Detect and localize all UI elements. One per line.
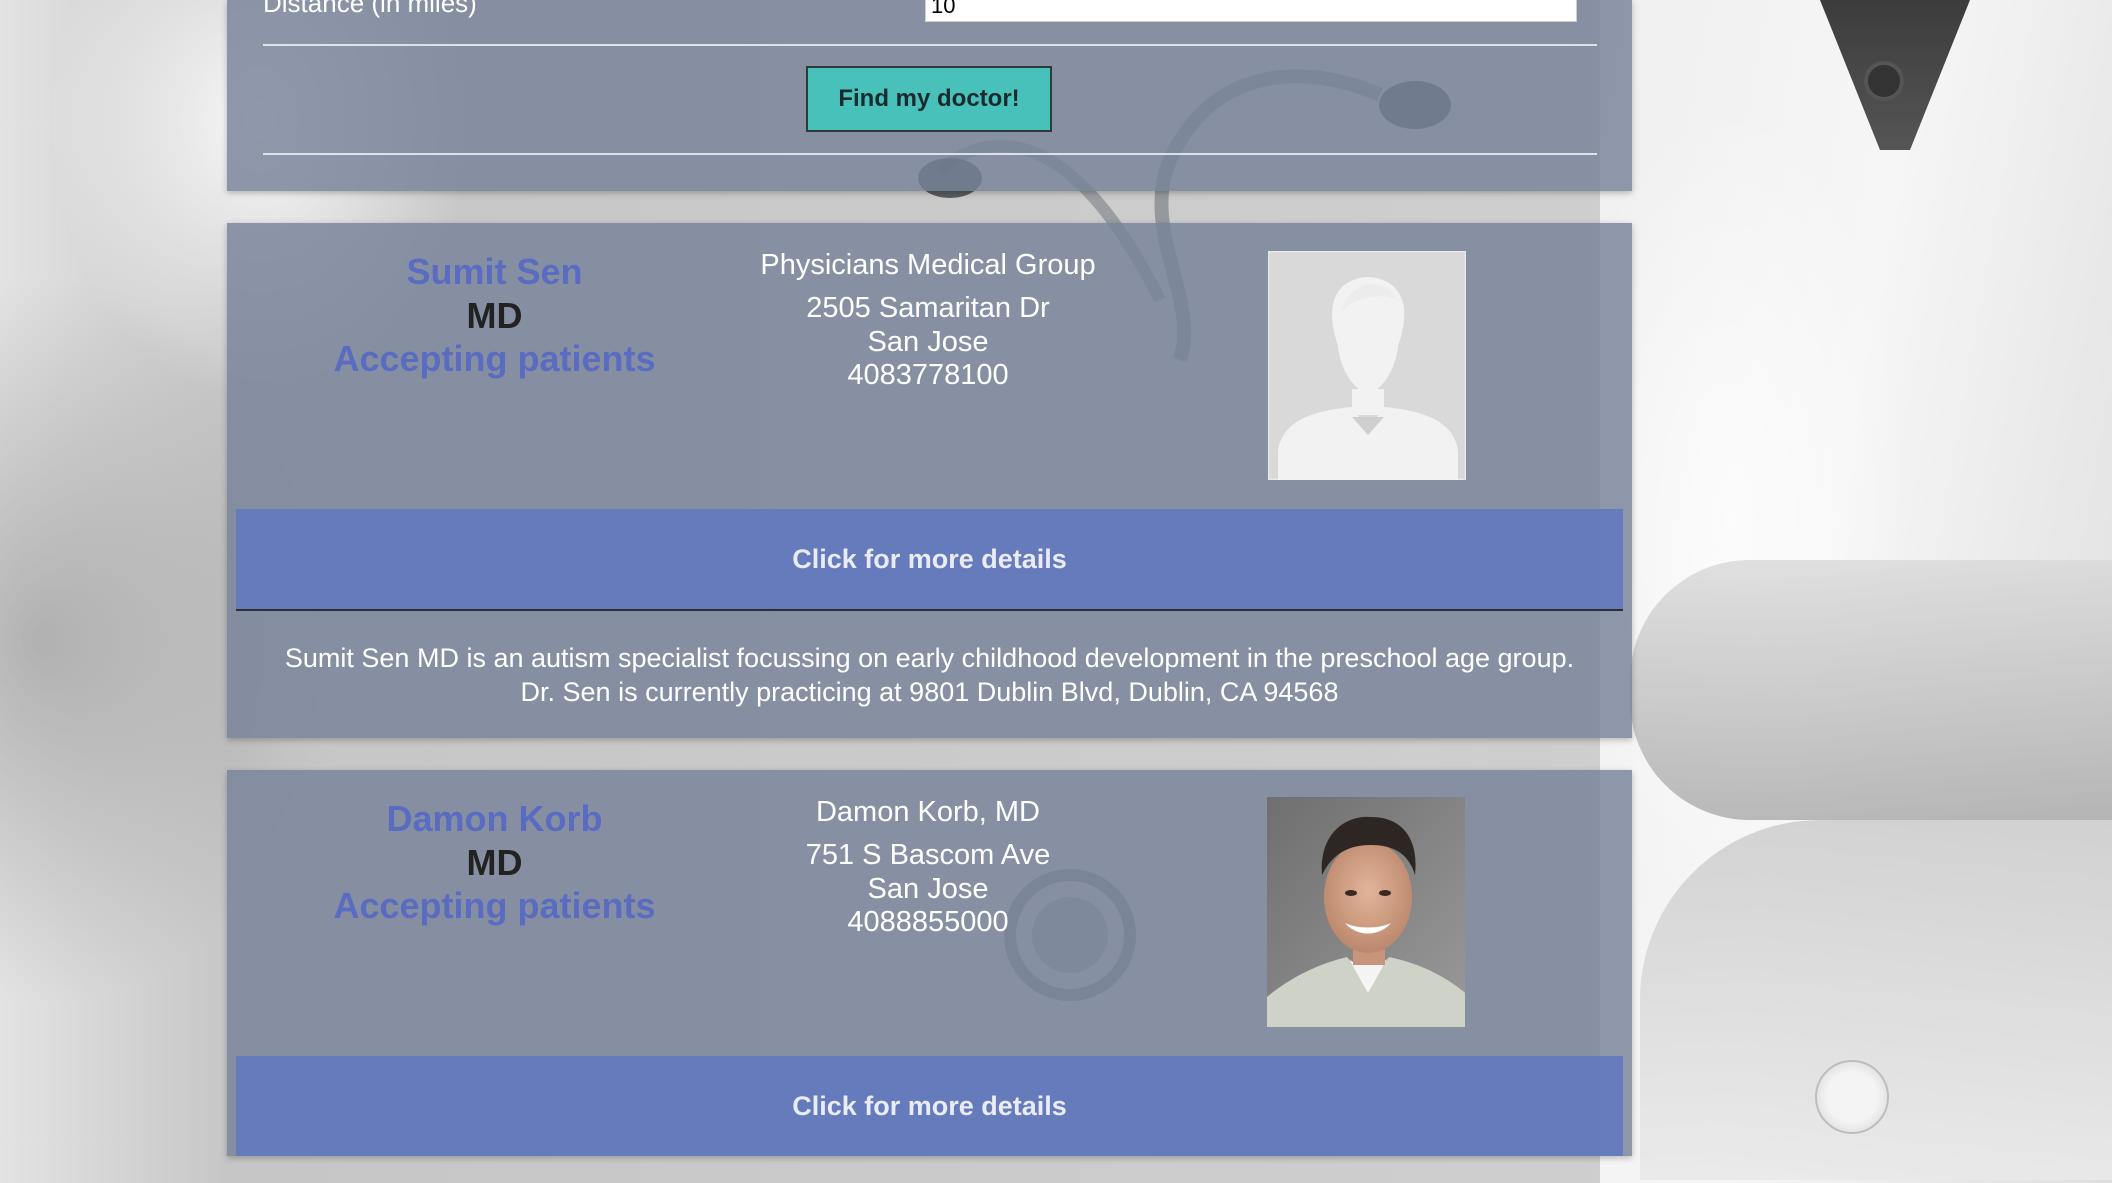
address-city: San Jose bbox=[867, 326, 989, 358]
accepting-status: Accepting patients bbox=[333, 885, 656, 926]
address-street: 751 S Bascom Ave bbox=[805, 839, 1051, 871]
folded-arm-lower bbox=[1640, 820, 2112, 1180]
coat-button-bottom bbox=[1815, 1060, 1889, 1134]
doctor-card: Sumit Sen MD Accepting patients Physicia… bbox=[227, 223, 1632, 738]
doctor-portrait-photo bbox=[1267, 797, 1465, 1027]
more-details-button[interactable]: Click for more details bbox=[236, 509, 1623, 609]
find-my-doctor-button[interactable]: Find my doctor! bbox=[806, 66, 1052, 132]
phone-number: 4088855000 bbox=[847, 906, 1009, 938]
doctor-name: Damon Korb bbox=[386, 798, 603, 839]
divider bbox=[263, 44, 1597, 46]
address-street: 2505 Samaritan Dr bbox=[806, 292, 1050, 324]
doctor-name: Sumit Sen bbox=[406, 251, 583, 292]
divider bbox=[263, 153, 1597, 155]
divider bbox=[236, 609, 1623, 611]
distance-input[interactable] bbox=[925, 0, 1577, 22]
doctor-card: Damon Korb MD Accepting patients Damon K… bbox=[227, 770, 1632, 1156]
address-city: San Jose bbox=[867, 873, 989, 905]
folded-arm bbox=[1630, 560, 2112, 820]
more-details-button[interactable]: Click for more details bbox=[236, 1056, 1623, 1156]
doctor-credential: MD bbox=[466, 842, 523, 883]
placeholder-avatar-icon bbox=[1268, 251, 1466, 480]
doctor-credential: MD bbox=[466, 295, 523, 336]
accepting-status: Accepting patients bbox=[333, 338, 656, 379]
search-panel: Distance (in miles) Find my doctor! bbox=[227, 0, 1632, 191]
doctor-description: Sumit Sen MD is an autism specialist foc… bbox=[284, 643, 1575, 707]
medical-group: Physicians Medical Group bbox=[760, 249, 1096, 281]
distance-label: Distance (in miles) bbox=[263, 0, 477, 18]
medical-group: Damon Korb, MD bbox=[815, 796, 1040, 828]
coat-button-top bbox=[1868, 65, 1900, 97]
phone-number: 4083778100 bbox=[847, 359, 1009, 391]
